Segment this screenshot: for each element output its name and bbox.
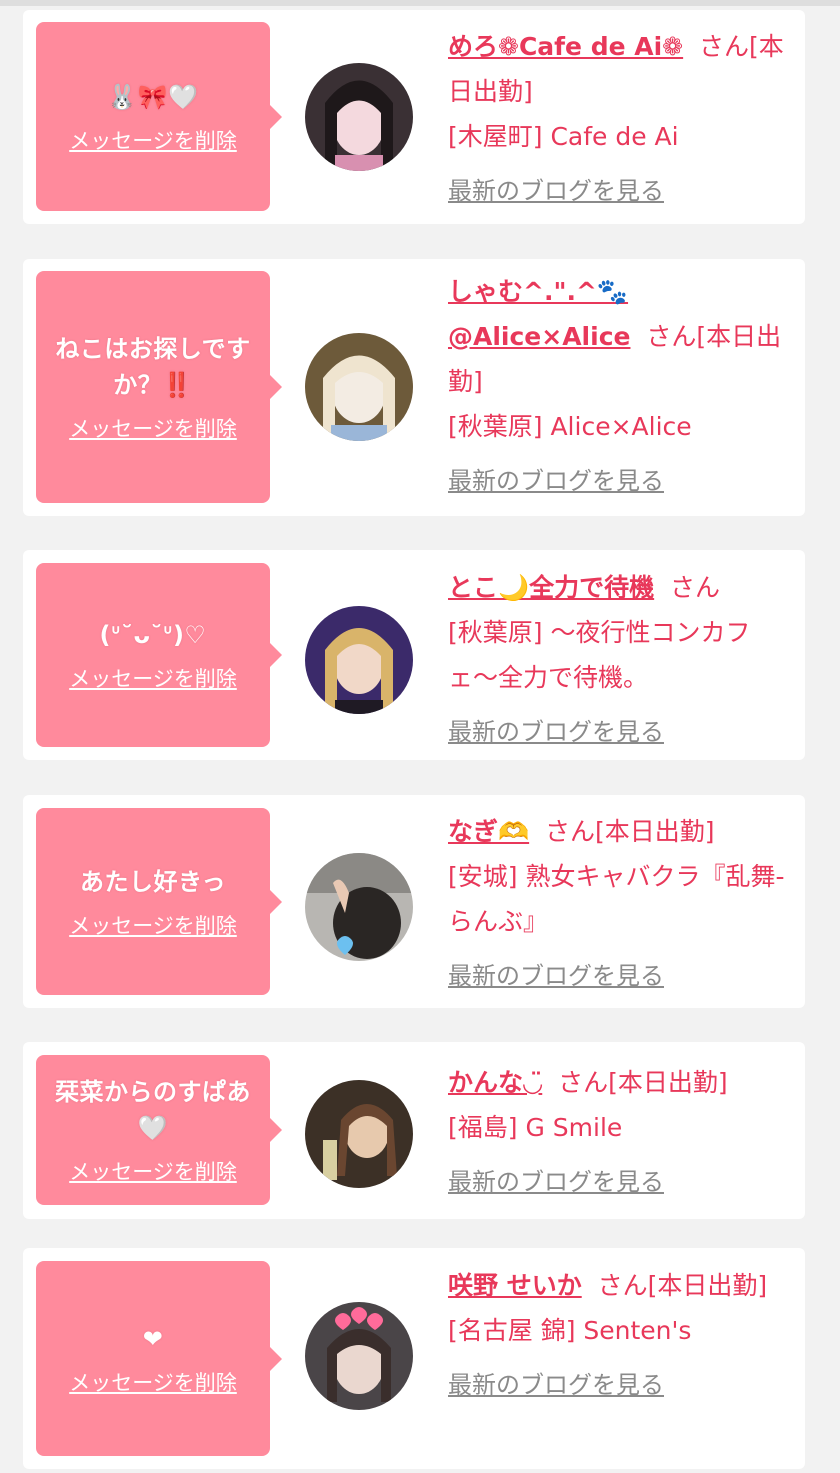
message-bubble: あたし好きっ メッセージを削除	[36, 808, 282, 995]
avatar-image	[305, 63, 413, 171]
shop-label: [名古屋 錦] Senten's	[448, 1316, 692, 1345]
avatar-image	[305, 1080, 413, 1188]
girl-info: かんな◡̈ さん[本日出勤] [福島] G Smile 最新のブログを見る	[448, 1060, 789, 1205]
girl-info: めろ❁Cafe de Ai❁ さん[本日出勤] [木屋町] Cafe de Ai…	[448, 24, 789, 214]
message-card: (ᐡ˘ᴗ˘ᐡ)♡ メッセージを削除 とこ🌙全力で待機 さん [秋葉原] 〜夜行性…	[23, 550, 805, 760]
latest-blog-link[interactable]: 最新のブログを見る	[448, 169, 789, 214]
message-bubble: ねこはお探しですか？‼️ メッセージを削除	[36, 271, 282, 503]
message-card: ❤ メッセージを削除 咲野 せいか さん[本日出勤] [名古屋 錦] Sente…	[23, 1248, 805, 1469]
message-bubble: 栞菜からのすぱあ🤍 メッセージを削除	[36, 1055, 282, 1205]
girl-name-link[interactable]: かんな◡̈	[448, 1068, 542, 1097]
shop-label: [安城] 熟女キャバクラ『乱舞-らんぶ』	[448, 862, 785, 936]
girl-info: なぎ🫶 さん[本日出勤] [安城] 熟女キャバクラ『乱舞-らんぶ』 最新のブログ…	[448, 809, 789, 999]
girl-name-link[interactable]: 咲野 せいか	[448, 1271, 582, 1300]
message-card: あたし好きっ メッセージを削除 なぎ🫶 さん[本日出勤] [安城] 熟女キャバク…	[23, 795, 805, 1008]
message-text: ねこはお探しですか？‼️	[55, 335, 251, 399]
avatar-image	[305, 853, 413, 961]
shop-label: [秋葉原] Alice×Alice	[448, 412, 692, 441]
girl-info: 咲野 せいか さん[本日出勤] [名古屋 錦] Senten's 最新のブログを…	[448, 1263, 789, 1408]
latest-blog-link[interactable]: 最新のブログを見る	[448, 1160, 789, 1205]
message-bubble: (ᐡ˘ᴗ˘ᐡ)♡ メッセージを削除	[36, 563, 282, 747]
avatar[interactable]	[305, 1302, 413, 1410]
top-divider	[0, 0, 840, 6]
shop-label: [福島] G Smile	[448, 1113, 623, 1142]
message-text: 🐰🎀🤍	[107, 82, 199, 111]
honorific-status: さん[本日出勤]	[545, 817, 715, 846]
avatar[interactable]	[305, 1080, 413, 1188]
message-text: 栞菜からのすぱあ🤍	[55, 1078, 251, 1142]
message-card: 🐰🎀🤍 メッセージを削除 めろ❁Cafe de Ai❁ さん[本日出勤] [木屋…	[23, 10, 805, 224]
girl-info: しゃむ^.".^🐾@Alice×Alice さん[本日出勤] [秋葉原] Ali…	[448, 269, 789, 504]
latest-blog-link[interactable]: 最新のブログを見る	[448, 1363, 789, 1408]
avatar[interactable]	[305, 63, 413, 171]
honorific-status: さん	[670, 573, 721, 602]
avatar[interactable]	[305, 333, 413, 441]
latest-blog-link[interactable]: 最新のブログを見る	[448, 459, 789, 504]
delete-message-link[interactable]: メッセージを削除	[69, 125, 237, 155]
delete-message-link[interactable]: メッセージを削除	[69, 1156, 237, 1186]
latest-blog-link[interactable]: 最新のブログを見る	[448, 710, 789, 755]
girl-info: とこ🌙全力で待機 さん [秋葉原] 〜夜行性コンカフェ〜全力で待機。 最新のブロ…	[448, 565, 789, 755]
message-text: あたし好きっ	[79, 867, 227, 896]
delete-message-link[interactable]: メッセージを削除	[69, 413, 237, 443]
honorific-status: さん[本日出勤]	[597, 1271, 768, 1300]
latest-blog-link[interactable]: 最新のブログを見る	[448, 954, 789, 999]
message-card: ねこはお探しですか？‼️ メッセージを削除 しゃむ^.".^🐾@Alice×Al…	[23, 259, 805, 516]
honorific-status: さん[本日出勤]	[558, 1068, 728, 1097]
girl-name-link[interactable]: しゃむ^.".^🐾@Alice×Alice	[448, 277, 630, 351]
avatar[interactable]	[305, 606, 413, 714]
delete-message-link[interactable]: メッセージを削除	[69, 1367, 237, 1397]
shop-label: [木屋町] Cafe de Ai	[448, 122, 679, 151]
avatar[interactable]	[305, 853, 413, 961]
avatar-image	[305, 333, 413, 441]
shop-label: [秋葉原] 〜夜行性コンカフェ〜全力で待機。	[448, 618, 751, 692]
girl-name-link[interactable]: めろ❁Cafe de Ai❁	[448, 32, 683, 61]
message-text: (ᐡ˘ᴗ˘ᐡ)♡	[99, 621, 207, 649]
message-card: 栞菜からのすぱあ🤍 メッセージを削除 かんな◡̈ さん[本日出勤] [福島] G…	[23, 1042, 805, 1219]
message-text: ❤	[142, 1324, 164, 1353]
message-bubble: ❤ メッセージを削除	[36, 1261, 282, 1456]
girl-name-link[interactable]: なぎ🫶	[448, 817, 529, 846]
delete-message-link[interactable]: メッセージを削除	[69, 663, 237, 693]
message-bubble: 🐰🎀🤍 メッセージを削除	[36, 22, 282, 211]
avatar-image	[305, 1302, 413, 1410]
girl-name-link[interactable]: とこ🌙全力で待機	[448, 573, 654, 602]
delete-message-link[interactable]: メッセージを削除	[69, 910, 237, 940]
avatar-image	[305, 606, 413, 714]
